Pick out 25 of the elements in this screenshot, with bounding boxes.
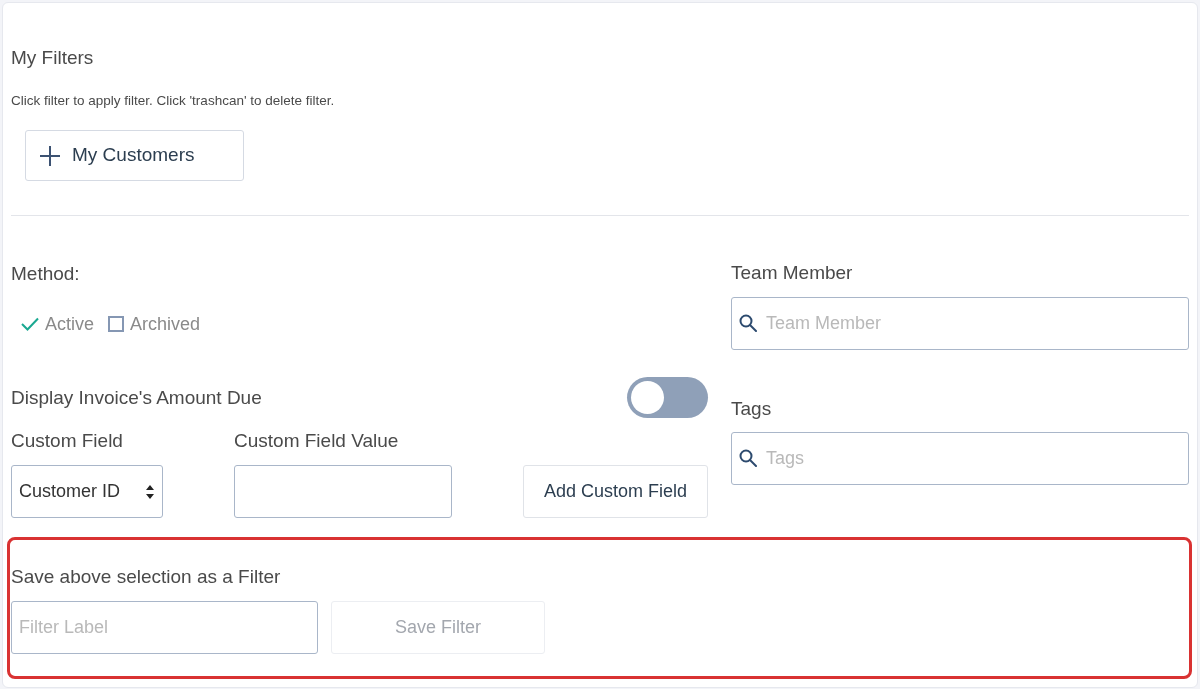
- add-custom-field-button[interactable]: Add Custom Field: [523, 465, 708, 518]
- field-label: Custom Field: [11, 429, 123, 453]
- field-label: Method:: [11, 262, 80, 286]
- search-icon: [739, 449, 757, 467]
- field-label: Display Invoice's Amount Due: [11, 385, 262, 410]
- tags-search-field[interactable]: Tags: [731, 432, 1189, 485]
- field-label: Custom Field Value: [234, 429, 399, 453]
- check-icon[interactable]: [21, 317, 39, 331]
- toggle-switch[interactable]: [627, 377, 708, 418]
- field-label: Tags: [731, 397, 772, 421]
- option-label[interactable]: Archived: [130, 311, 201, 337]
- search-icon: [739, 314, 757, 332]
- checkbox-icon[interactable]: [108, 316, 125, 332]
- saved-filter-button[interactable]: My Customers: [25, 130, 244, 181]
- sort-caret-icon: [146, 484, 154, 499]
- section-title: My Filters: [11, 46, 94, 70]
- option-label[interactable]: Active: [45, 311, 95, 337]
- hint-text: Click filter to apply filter. Click 'trashcan' to delete filter.: [11, 92, 335, 110]
- custom-field-select[interactable]: Customer ID: [11, 465, 163, 518]
- filter-label-input[interactable]: Filter Label: [11, 601, 318, 654]
- plus-icon: [40, 145, 60, 166]
- field-label: Team Member: [731, 261, 853, 285]
- custom-field-value-input[interactable]: [234, 465, 452, 518]
- field-label: Save above selection as a Filter: [11, 565, 281, 589]
- team-member-search-field[interactable]: Team Member: [731, 297, 1189, 350]
